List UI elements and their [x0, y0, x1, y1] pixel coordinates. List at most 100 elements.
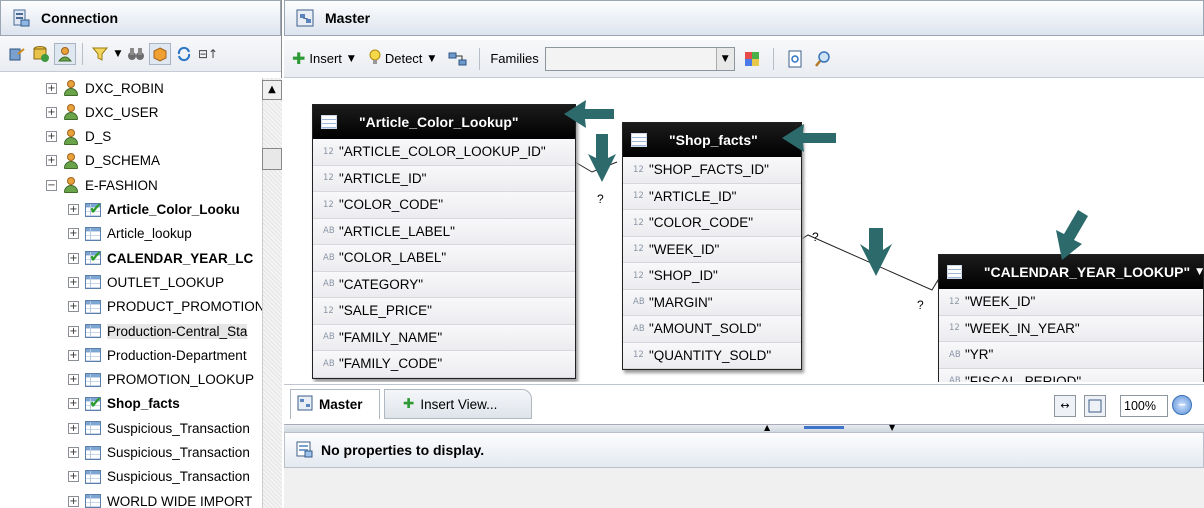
pane-splitter[interactable]: ▲ ▼ [284, 423, 1204, 432]
text-type-icon: AB [323, 358, 335, 369]
expand-icon[interactable]: + [46, 82, 57, 94]
view-data-icon[interactable] [784, 48, 806, 70]
column-row[interactable]: AB "CATEGORY" [313, 271, 575, 298]
column-name: "FAMILY_NAME" [339, 329, 443, 345]
expand-icon[interactable]: + [68, 471, 79, 483]
refresh-icon[interactable] [173, 43, 195, 65]
tree-item[interactable]: + Suspicious_Transaction [68, 441, 250, 465]
schema-table-header[interactable]: "Shop_facts" [623, 123, 801, 157]
expand-icon[interactable]: + [68, 349, 79, 361]
schema-table[interactable]: "Article_Color_Lookup" 12 "ARTICLE_COLOR_L… [312, 104, 576, 379]
tree-item[interactable]: + Suspicious_Transaction [68, 416, 250, 440]
collapse-icon[interactable]: − [46, 179, 57, 191]
arrange-tables-icon[interactable] [447, 48, 469, 70]
column-row[interactable]: 12 "QUANTITY_SOLD" [623, 342, 801, 369]
insert-button[interactable]: ✚ Insert ▼ [292, 49, 355, 68]
schema-canvas[interactable]: ? ? ? "Article_Color_Lookup" 12 "ARTICLE_C… [292, 80, 1204, 382]
column-row[interactable]: 12 "COLOR_CODE" [623, 210, 801, 237]
expand-icon[interactable]: + [68, 204, 79, 215]
tree-item[interactable]: + D_S [46, 125, 111, 149]
expand-icon[interactable]: + [68, 252, 79, 264]
fit-page-icon[interactable] [1084, 395, 1106, 417]
expand-icon[interactable]: + [46, 131, 57, 143]
zoom-input[interactable]: 100% [1120, 395, 1168, 417]
expand-icon[interactable]: + [46, 106, 57, 118]
tree-item[interactable]: + OUTLET_LOOKUP [68, 270, 224, 294]
tree-item[interactable]: + ✔ Article_Color_Looku [68, 198, 240, 222]
column-row[interactable]: 12 "WEEK_ID" [623, 236, 801, 263]
collapse-all-icon[interactable]: ⊟↑ [197, 43, 219, 65]
tree-item[interactable]: + PROMOTION_LOOKUP [68, 368, 254, 392]
column-row[interactable]: AB "AMOUNT_SOLD" [623, 316, 801, 343]
column-row[interactable]: 12 "WEEK_ID" [939, 289, 1203, 316]
tree-item[interactable]: + ✔ Shop_facts [68, 392, 180, 416]
detect-dropdown-arrow[interactable]: ▼ [428, 54, 435, 64]
filter-icon[interactable] [89, 43, 111, 65]
tree-item[interactable]: + DXC_USER [46, 100, 159, 124]
expand-icon[interactable]: + [68, 447, 79, 458]
expand-icon[interactable]: + [68, 398, 79, 410]
scroll-up-button[interactable]: ▲ [262, 80, 282, 100]
tree-item[interactable]: + Production-Central_Sta [68, 319, 248, 343]
search-icon[interactable] [812, 48, 834, 70]
families-colors-icon[interactable] [741, 48, 763, 70]
column-row[interactable]: AB "FISCAL_PERIOD" [939, 368, 1203, 382]
schema-table-header[interactable]: "Article_Color_Lookup" [313, 105, 575, 139]
column-row[interactable]: 12 "SALE_PRICE" [313, 298, 575, 325]
expand-icon[interactable]: + [68, 228, 79, 240]
column-row[interactable]: 12 "COLOR_CODE" [313, 192, 575, 219]
families-dropdown-arrow[interactable]: ▼ [715, 47, 734, 70]
insert-dropdown-arrow[interactable]: ▼ [348, 54, 355, 64]
tree-item[interactable]: + Article_lookup [68, 222, 192, 246]
splitter-up-arrow[interactable]: ▲ [764, 423, 770, 432]
tree-item-label: Production-Department [107, 347, 247, 363]
families-select[interactable]: ▼ [544, 46, 735, 71]
tree-item[interactable]: + WORLD WIDE IMPORT [68, 489, 252, 508]
tree-item-label: Article_Color_Looku [107, 202, 240, 217]
column-row[interactable]: AB "COLOR_LABEL" [313, 245, 575, 272]
expand-icon[interactable]: + [68, 325, 79, 337]
column-row[interactable]: 12 "ARTICLE_ID" [313, 165, 575, 192]
tab-insert-view[interactable]: ✚ Insert View... [384, 389, 532, 419]
fit-width-icon[interactable]: ↔ [1054, 395, 1076, 417]
tree-item[interactable]: + D_SCHEMA [46, 149, 160, 173]
column-row[interactable]: AB "FAMILY_CODE" [313, 351, 575, 378]
tree-item[interactable]: − E-FASHION [46, 173, 158, 197]
column-row[interactable]: 12 "ARTICLE_COLOR_LOOKUP_ID" [313, 139, 575, 166]
filter-dropdown-arrow[interactable]: ▼ [113, 43, 123, 65]
expand-icon[interactable]: + [68, 422, 79, 434]
tree-scrollbar[interactable] [262, 78, 282, 508]
column-row[interactable]: 12 "SHOP_ID" [623, 263, 801, 290]
column-row[interactable]: AB "FAMILY_NAME" [313, 324, 575, 351]
tree-item[interactable]: + Suspicious_Transaction [68, 465, 250, 489]
tree-item[interactable]: + PRODUCT_PROMOTION [68, 295, 262, 319]
expand-icon[interactable]: + [68, 301, 79, 313]
user-filter-icon[interactable] [54, 42, 76, 65]
tree-item[interactable]: + ✔ CALENDAR_YEAR_LC [68, 246, 253, 270]
expand-icon[interactable]: + [68, 495, 79, 507]
column-row[interactable]: 12 "ARTICLE_ID" [623, 183, 801, 210]
tree-item[interactable]: + Production-Department [68, 343, 247, 367]
column-row[interactable]: AB "YR" [939, 342, 1203, 369]
detect-button[interactable]: Detect ▼ [369, 49, 435, 68]
connect-icon[interactable] [6, 43, 28, 65]
box-icon[interactable] [149, 42, 171, 65]
database-icon[interactable] [30, 43, 52, 65]
column-row[interactable]: AB "ARTICLE_LABEL" [313, 218, 575, 245]
column-row[interactable]: AB "MARGIN" [623, 289, 801, 316]
tab-master[interactable]: Master [290, 389, 380, 419]
splitter-handle[interactable] [804, 426, 844, 429]
expand-icon[interactable]: + [68, 374, 79, 386]
table-menu-arrow[interactable]: ▼ [1196, 267, 1203, 277]
zoom-out-icon[interactable]: − [1172, 395, 1192, 415]
expand-icon[interactable]: + [46, 155, 57, 167]
schema-table[interactable]: "Shop_facts" 12 "SHOP_FACTS_ID" 12 "ARTICLE_… [622, 122, 802, 370]
tree-item[interactable]: + DXC_ROBIN [46, 76, 164, 100]
schema-table[interactable]: "CALENDAR_YEAR_LOOKUP" ▼ 12 "WEEK_ID" 12 "WEE… [938, 254, 1204, 382]
expand-icon[interactable]: + [68, 276, 79, 288]
column-row[interactable]: 12 "WEEK_IN_YEAR" [939, 315, 1203, 342]
column-row[interactable]: 12 "SHOP_FACTS_ID" [623, 157, 801, 184]
splitter-down-arrow[interactable]: ▼ [889, 423, 895, 432]
scroll-thumb[interactable] [262, 148, 282, 170]
binoculars-icon[interactable] [125, 43, 147, 65]
